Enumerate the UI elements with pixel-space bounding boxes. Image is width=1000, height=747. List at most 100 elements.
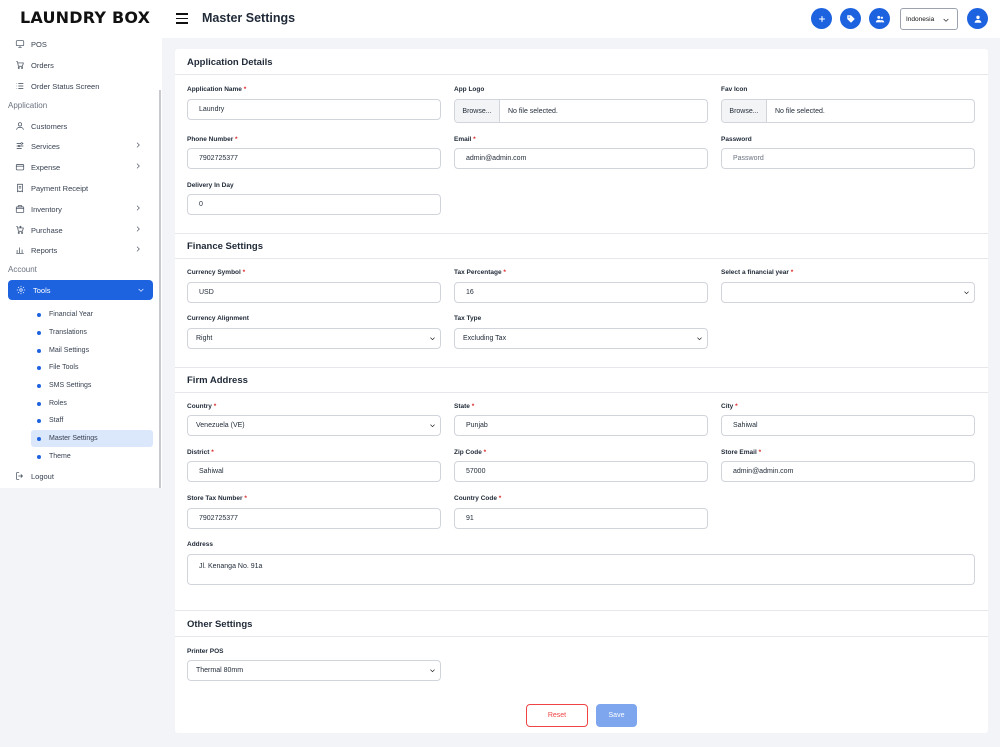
receipt-icon	[14, 183, 25, 194]
financial-year-select[interactable]	[721, 282, 975, 303]
sidebar-item-inventory[interactable]: Inventory	[14, 200, 148, 218]
app-logo-file-input[interactable]: Browse... No file selected.	[454, 99, 708, 123]
required-mark: *	[471, 403, 475, 410]
email-input[interactable]: admin@admin.com	[454, 148, 708, 169]
password-input[interactable]: Password	[721, 148, 975, 169]
required-mark: *	[503, 269, 506, 276]
language-value: Indonesia	[906, 15, 935, 23]
sidebar-item-logout[interactable]: Logout	[14, 467, 148, 485]
select-value: Venezuela (VE)	[196, 422, 245, 429]
users-button[interactable]	[869, 8, 890, 29]
app-logo: LAUNDRY BOX	[20, 8, 151, 27]
fav-icon-file-input[interactable]: Browse... No file selected.	[721, 99, 975, 123]
page-title: Master Settings	[202, 11, 296, 25]
fav-icon-label: Fav Icon	[721, 86, 748, 93]
chevron-down-icon	[429, 422, 436, 431]
sidebar-sub-label: Mail Settings	[49, 347, 90, 354]
wallet-icon	[14, 162, 25, 173]
label-text: Phone Number	[187, 136, 234, 143]
sidebar-sub-financial-year[interactable]: Financial Year	[31, 306, 153, 323]
section-divider	[175, 258, 988, 259]
profile-button[interactable]	[967, 8, 988, 29]
sidebar-item-label: Payment Receipt	[31, 183, 89, 193]
sidebar-item-label: Customers	[31, 121, 68, 131]
sidebar-sub-translations[interactable]: Translations	[31, 324, 153, 341]
sidebar-sub-theme[interactable]: Theme	[31, 448, 153, 465]
zip-input[interactable]: 57000	[454, 461, 708, 482]
phone-input[interactable]: 7902725377	[187, 148, 441, 169]
city-input[interactable]: Sahiwal	[721, 415, 975, 436]
tag-button[interactable]	[840, 8, 861, 29]
tax-type-select[interactable]: Excluding Tax	[454, 328, 708, 349]
bullet-icon	[37, 365, 41, 370]
label-text: District	[187, 449, 210, 456]
sidebar-item-tools[interactable]: Tools	[8, 280, 153, 300]
required-mark: *	[758, 449, 762, 456]
sidebar-scrollbar[interactable]	[159, 90, 161, 488]
sidebar-item-label: POS	[31, 39, 47, 49]
sidebar-sub-label: Staff	[49, 417, 64, 424]
sidebar-item-reports[interactable]: Reports	[14, 241, 148, 259]
sidebar-sub-roles[interactable]: Roles	[31, 395, 153, 412]
reset-button[interactable]: Reset	[526, 704, 588, 727]
district-label: District *	[187, 449, 214, 456]
state-input[interactable]: Punjab	[454, 415, 708, 436]
sidebar-sub-master-settings[interactable]: Master Settings	[31, 430, 153, 447]
store-tax-input[interactable]: 7902725377	[187, 508, 441, 529]
bullet-icon	[37, 312, 41, 317]
sidebar-sub-label: Theme	[49, 453, 71, 460]
label-text: Select a financial year	[721, 269, 789, 276]
printer-select[interactable]: Thermal 80mm	[187, 660, 441, 681]
tax-percentage-label: Tax Percentage *	[454, 269, 506, 276]
store-email-input[interactable]: admin@admin.com	[721, 461, 975, 482]
browse-button[interactable]: Browse...	[455, 100, 500, 122]
sidebar-item-label: Order Status Screen	[31, 81, 100, 91]
file-name: No file selected.	[508, 107, 558, 115]
chevron-down-icon	[137, 286, 145, 296]
browse-button[interactable]: Browse...	[722, 100, 767, 122]
menu-icon[interactable]	[176, 13, 188, 24]
currency-symbol-label: Currency Symbol *	[187, 269, 245, 276]
sidebar-sub-sms-settings[interactable]: SMS Settings	[31, 377, 153, 394]
currency-symbol-input[interactable]: USD	[187, 282, 441, 303]
sidebar-item-services[interactable]: Services	[14, 137, 148, 155]
country-code-input[interactable]: 91	[454, 508, 708, 529]
sidebar-item-payment-receipt[interactable]: Payment Receipt	[14, 179, 148, 197]
cart-plus-icon	[14, 225, 25, 236]
currency-alignment-select[interactable]: Right	[187, 328, 441, 349]
add-button[interactable]	[811, 8, 832, 29]
sidebar-item-customers[interactable]: Customers	[14, 117, 148, 135]
sidebar-item-purchase[interactable]: Purchase	[14, 221, 148, 239]
sidebar-sub-mail-settings[interactable]: Mail Settings	[31, 342, 153, 359]
sidebar-sub-staff[interactable]: Staff	[31, 412, 153, 429]
section-title-application-details: Application Details	[187, 57, 273, 68]
label-text: Email	[454, 136, 472, 143]
bullet-icon	[37, 330, 41, 335]
sidebar-item-order-status-screen[interactable]: Order Status Screen	[14, 77, 148, 95]
financial-year-label: Select a financial year *	[721, 269, 793, 276]
section-divider	[175, 636, 988, 637]
sidebar-sub-label: File Tools	[49, 364, 79, 371]
sidebar-item-expense[interactable]: Expense	[14, 158, 148, 176]
delivery-input[interactable]: 0	[187, 194, 441, 215]
tax-percentage-input[interactable]: 16	[454, 282, 708, 303]
sidebar-sub-file-tools[interactable]: File Tools	[31, 359, 153, 376]
email-label: Email *	[454, 136, 476, 143]
language-select[interactable]: Indonesia	[900, 8, 958, 30]
app-logo-label: App Logo	[454, 86, 485, 93]
chart-icon	[14, 245, 25, 256]
bullet-icon	[37, 418, 41, 423]
sidebar-section-account: Account	[8, 265, 37, 274]
district-input[interactable]: Sahiwal	[187, 461, 441, 482]
app-name-label: Application Name *	[187, 86, 246, 93]
sidebar-item-pos[interactable]: POS	[14, 35, 148, 53]
logout-icon	[14, 471, 25, 482]
sidebar-item-orders[interactable]: Orders	[14, 56, 148, 74]
bullet-icon	[37, 383, 41, 388]
address-textarea[interactable]: Jl. Kenanga No. 91a	[187, 554, 975, 585]
label-text: Country Code	[454, 495, 497, 502]
bullet-icon	[37, 348, 41, 353]
app-name-input[interactable]: Laundry	[187, 99, 441, 120]
country-select[interactable]: Venezuela (VE)	[187, 415, 441, 436]
save-button[interactable]: Save	[596, 704, 637, 727]
